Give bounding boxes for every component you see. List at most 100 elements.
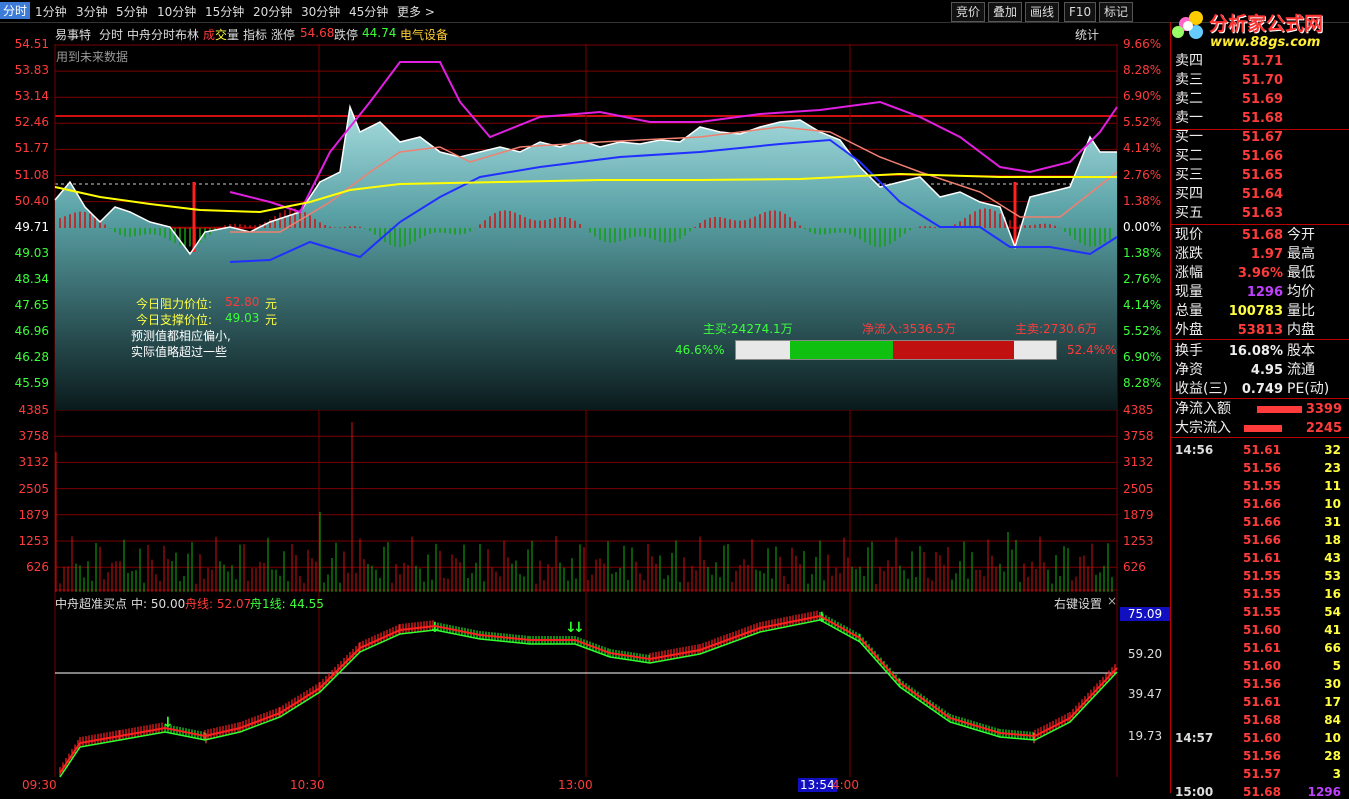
support-label: 今日支撑价位: [136, 313, 213, 327]
quote-label: 买五 [1175, 205, 1203, 221]
close-icon[interactable]: × [1107, 594, 1117, 608]
right-click-settings[interactable]: 右键设置 [1054, 595, 1102, 612]
quote-value: 51.69 [1241, 92, 1283, 107]
sell-mark-icon: † [1031, 731, 1037, 745]
tick-price: 51.60 [1243, 659, 1281, 673]
tick-price: 51.60 [1243, 731, 1281, 745]
draw-line-button[interactable]: 画线 [1025, 2, 1060, 22]
axis-label: 6.90% [1123, 350, 1162, 365]
tick-price: 51.61 [1243, 443, 1281, 457]
axis-label: 6.90% [1123, 89, 1162, 104]
sub-axis-label: 59.20 [1127, 647, 1163, 661]
tick-volume: 43 [1324, 551, 1341, 565]
quote-label: 换手 [1175, 343, 1203, 359]
tick-price: 51.55 [1243, 587, 1281, 601]
period-tab-20min[interactable]: 20分钟 [253, 3, 292, 20]
axis-label: 46.96 [14, 324, 49, 339]
axis-label: 1.38% [1123, 193, 1162, 208]
sub-axis-label: 75.09 [1120, 607, 1170, 621]
period-tab-3min[interactable]: 3分钟 [76, 3, 108, 20]
period-tab-5min[interactable]: 5分钟 [116, 3, 148, 20]
quote-label: 净流入额 [1175, 401, 1231, 417]
period-tab-45min[interactable]: 45分钟 [349, 3, 388, 20]
axis-label: 626 [1123, 560, 1146, 575]
axis-label: 1253 [18, 534, 49, 548]
tick-price: 51.61 [1243, 641, 1281, 655]
quote-value: 51.66 [1241, 149, 1283, 164]
quote-value: 4.95 [1250, 363, 1283, 378]
axis-label: 4.14% [1123, 141, 1162, 156]
main-sell-label: 主卖:2730.6万 [1015, 322, 1098, 336]
f10-button[interactable]: F10 [1064, 2, 1097, 22]
quote-label: 买一 [1175, 129, 1203, 145]
note-line-2: 实际值略超过一些 [131, 345, 228, 359]
price-area [55, 107, 1117, 410]
period-tab-10min[interactable]: 10分钟 [157, 3, 196, 20]
mark-button[interactable]: 标记 [1099, 2, 1134, 22]
axis-label: 8.28% [1123, 376, 1162, 391]
quote-value: 51.70 [1241, 73, 1283, 88]
quote-label-right: 最低 [1287, 265, 1315, 281]
auction-button[interactable]: 竞价 [951, 2, 986, 22]
axis-label: 54.51 [14, 37, 49, 51]
period-tab-30min[interactable]: 30分钟 [301, 3, 340, 20]
tick-volume: 30 [1324, 677, 1341, 691]
tick-volume: 53 [1324, 569, 1341, 583]
chart-canvas: ↓↓ ↓↓↓† † [54, 44, 1118, 778]
axis-label: 49.03 [14, 245, 49, 260]
axis-label: 2.76% [1123, 167, 1162, 182]
quote-label: 买三 [1175, 167, 1203, 183]
quote-value: 1.97 [1250, 247, 1283, 262]
quote-value: 53813 [1237, 323, 1283, 338]
quote-label: 总量 [1175, 303, 1203, 319]
axis-label: 51.77 [14, 141, 49, 156]
quote-label-right: 股本 [1287, 343, 1315, 359]
axis-label: 4385 [1123, 403, 1154, 417]
sub-indicator-title: 中舟超准买点 [55, 597, 128, 611]
tick-price: 51.56 [1243, 461, 1281, 475]
quote-value: 51.63 [1241, 206, 1283, 221]
axis-label: 46.28 [14, 350, 49, 365]
quote-label: 买四 [1175, 186, 1203, 202]
tick-price: 51.56 [1243, 749, 1281, 763]
quote-label: 涨幅 [1175, 265, 1203, 281]
period-toolbar: 分时 1分钟 3分钟 5分钟 10分钟 15分钟 20分钟 30分钟 45分钟 … [0, 0, 1349, 23]
tick-volume: 41 [1324, 623, 1341, 637]
tick-volume: 28 [1324, 749, 1341, 763]
period-tab-1min[interactable]: 1分钟 [35, 3, 67, 20]
period-tab-intraday[interactable]: 分时 [0, 2, 31, 19]
period-tab-15min[interactable]: 15分钟 [205, 3, 244, 20]
period-tab-more[interactable]: 更多 > [397, 3, 435, 20]
time-label: 13:54 [798, 778, 837, 792]
tick-price: 51.61 [1243, 695, 1281, 709]
support-unit: 元 [265, 313, 278, 327]
axis-label: 5.52% [1123, 115, 1162, 130]
overlay-button[interactable]: 叠加 [988, 2, 1023, 22]
quote-panel: 卖四 51.71 卖三 51.70 卖二 51.69 卖一 51.68 买一 51.67 买二 51.… [1170, 22, 1349, 799]
quote-value: 3.96% [1237, 266, 1283, 281]
tick-time: 14:56 [1175, 443, 1214, 457]
tick-volume: 11 [1324, 479, 1341, 493]
quote-label-right: PE(动) [1287, 381, 1330, 397]
intraday-chart[interactable]: 易事特 分时 中舟分时布林 成 交 量 指标 涨停 54.68 跌停 44.74… [0, 22, 1170, 793]
axis-label: 8.28% [1123, 63, 1162, 78]
resistance-unit: 元 [265, 297, 278, 311]
axis-label: 1253 [1123, 534, 1154, 548]
axis-label: 50.40 [14, 193, 49, 208]
tick-price: 51.66 [1243, 497, 1281, 511]
axis-label: 1.38% [1123, 245, 1162, 260]
axis-label: 51.08 [14, 167, 49, 182]
quote-label-right: 今开 [1287, 227, 1315, 243]
axis-label: 3758 [18, 429, 49, 444]
axis-label: 53.83 [14, 63, 49, 78]
axis-label: 53.14 [14, 89, 49, 104]
quote-value: 2245 [1305, 421, 1342, 436]
resistance-value: 52.80 [225, 295, 260, 309]
fund-flow-bar [735, 340, 1057, 360]
tick-volume: 3 [1332, 767, 1341, 781]
axis-label: 626 [26, 560, 49, 575]
axis-label: 1879 [1123, 507, 1154, 522]
tick-price: 51.66 [1243, 533, 1281, 547]
quote-label-right: 流通 [1287, 362, 1315, 378]
flow-segment [790, 341, 893, 359]
